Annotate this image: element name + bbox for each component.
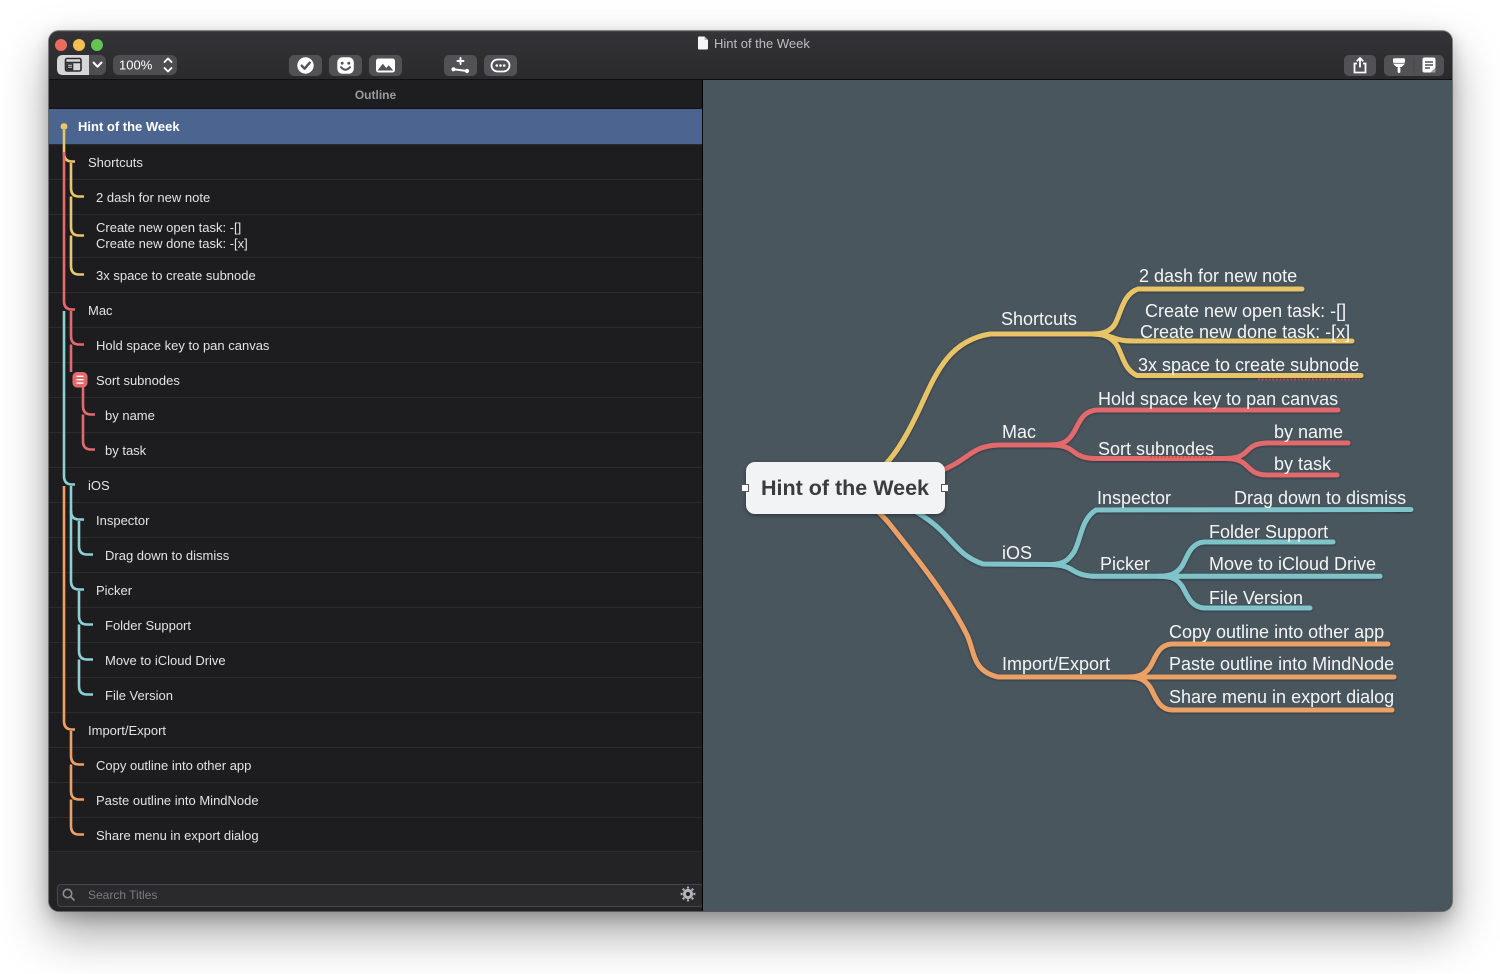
svg-text:Create new done task: -[x]: Create new done task: -[x] xyxy=(1140,322,1350,342)
svg-text:Hold space key to pan canvas: Hold space key to pan canvas xyxy=(1098,389,1338,409)
svg-text:Copy outline into other app: Copy outline into other app xyxy=(1169,622,1384,642)
svg-text:Shortcuts: Shortcuts xyxy=(1001,309,1077,329)
svg-text:Mac: Mac xyxy=(1002,422,1036,442)
svg-text:Folder Support: Folder Support xyxy=(1209,522,1328,542)
svg-text:Paste outline into MindNode: Paste outline into MindNode xyxy=(1169,654,1394,674)
svg-text:Inspector: Inspector xyxy=(1097,488,1171,508)
svg-text:Create new open task: -[]: Create new open task: -[] xyxy=(1145,301,1346,321)
svg-text:iOS: iOS xyxy=(1002,543,1032,563)
svg-text:2 dash for new note: 2 dash for new note xyxy=(1139,266,1297,286)
svg-text:File Version: File Version xyxy=(1209,588,1303,608)
svg-text:Import/Export: Import/Export xyxy=(1002,654,1110,674)
svg-text:by task: by task xyxy=(1274,454,1332,474)
svg-text:Sort subnodes: Sort subnodes xyxy=(1098,439,1214,459)
svg-text:Hint of the Week: Hint of the Week xyxy=(761,476,929,500)
svg-text:Share menu in export dialog: Share menu in export dialog xyxy=(1169,687,1394,707)
svg-text:Drag down to dismiss: Drag down to dismiss xyxy=(1234,488,1406,508)
svg-text:3x space to create subnode: 3x space to create subnode xyxy=(1138,355,1359,375)
svg-text:by name: by name xyxy=(1274,422,1343,442)
svg-text:Picker: Picker xyxy=(1100,554,1150,574)
svg-text:Move to iCloud Drive: Move to iCloud Drive xyxy=(1209,554,1376,574)
svg-text:100%: 100% xyxy=(119,58,153,73)
